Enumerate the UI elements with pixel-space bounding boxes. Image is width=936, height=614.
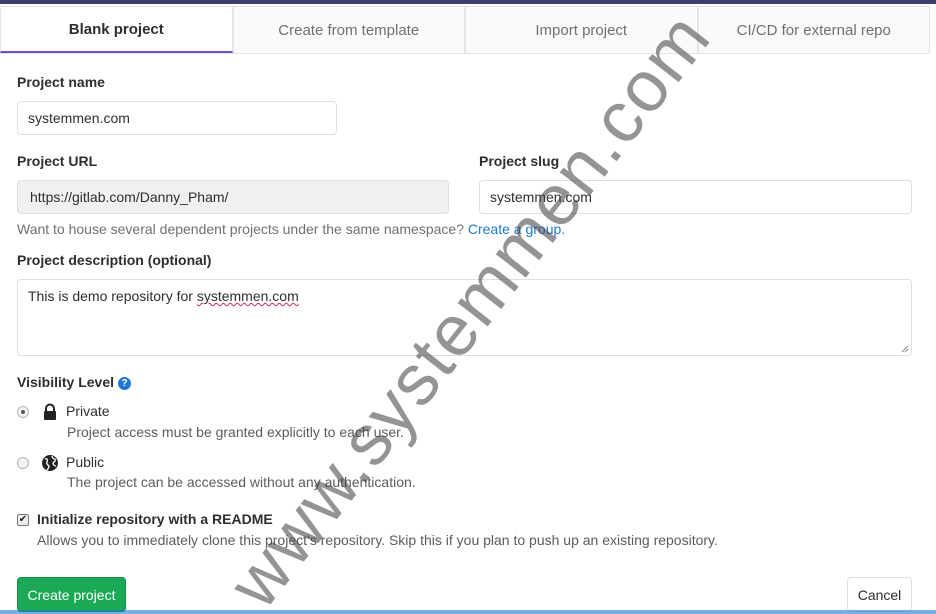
tab-import-project[interactable]: Import project xyxy=(465,6,698,53)
visibility-private-radio[interactable] xyxy=(17,406,29,418)
project-description-label: Project description (optional) xyxy=(17,252,212,268)
initialize-readme-checkbox[interactable]: ✔ xyxy=(17,514,29,526)
project-creation-tabs: Blank project Create from template Impor… xyxy=(0,6,930,54)
project-name-label: Project name xyxy=(17,74,105,90)
create-group-link[interactable]: Create a group. xyxy=(468,221,565,237)
initialize-readme-description: Allows you to immediately clone this pro… xyxy=(37,532,718,548)
project-url-field: https://gitlab.com/Danny_Pham/ xyxy=(17,180,449,214)
project-name-input[interactable]: systemmen.com xyxy=(17,101,337,135)
tab-create-from-template[interactable]: Create from template xyxy=(232,6,465,53)
visibility-private-description: Project access must be granted explicitl… xyxy=(67,424,404,440)
lock-icon xyxy=(44,403,56,420)
cancel-button[interactable]: Cancel xyxy=(847,577,912,612)
visibility-level-text: Visibility Level xyxy=(17,374,115,390)
globe-icon xyxy=(42,455,58,471)
project-description-textarea[interactable]: This is demo repository for systemmen.co… xyxy=(17,279,912,356)
tab-blank-project[interactable]: Blank project xyxy=(0,6,233,53)
description-misspelled-word: systemmen.com xyxy=(196,288,299,304)
create-project-button[interactable]: Create project xyxy=(17,577,126,612)
project-slug-label: Project slug xyxy=(479,153,560,169)
namespace-help-text: Want to house several dependent projects… xyxy=(17,221,565,237)
question-circle-icon[interactable]: ? xyxy=(118,377,132,390)
bottom-strip xyxy=(0,610,936,614)
namespace-help-label: Want to house several dependent projects… xyxy=(17,221,464,237)
resize-handle-icon[interactable] xyxy=(901,345,909,353)
top-header-strip xyxy=(0,0,936,4)
initialize-readme-label[interactable]: Initialize repository with a README xyxy=(37,511,273,527)
visibility-level-label: Visibility Level? xyxy=(17,374,132,390)
visibility-public-description: The project can be accessed without any … xyxy=(67,474,416,490)
visibility-public-radio[interactable] xyxy=(17,457,29,469)
visibility-public-title: Public xyxy=(66,454,105,470)
tab-cicd-external-repo[interactable]: CI/CD for external repo xyxy=(697,6,930,53)
project-slug-input[interactable]: systemmen.com xyxy=(479,180,912,214)
visibility-private-title: Private xyxy=(66,403,110,419)
description-text: This is demo repository for xyxy=(28,288,197,304)
project-url-label: Project URL xyxy=(17,153,98,169)
